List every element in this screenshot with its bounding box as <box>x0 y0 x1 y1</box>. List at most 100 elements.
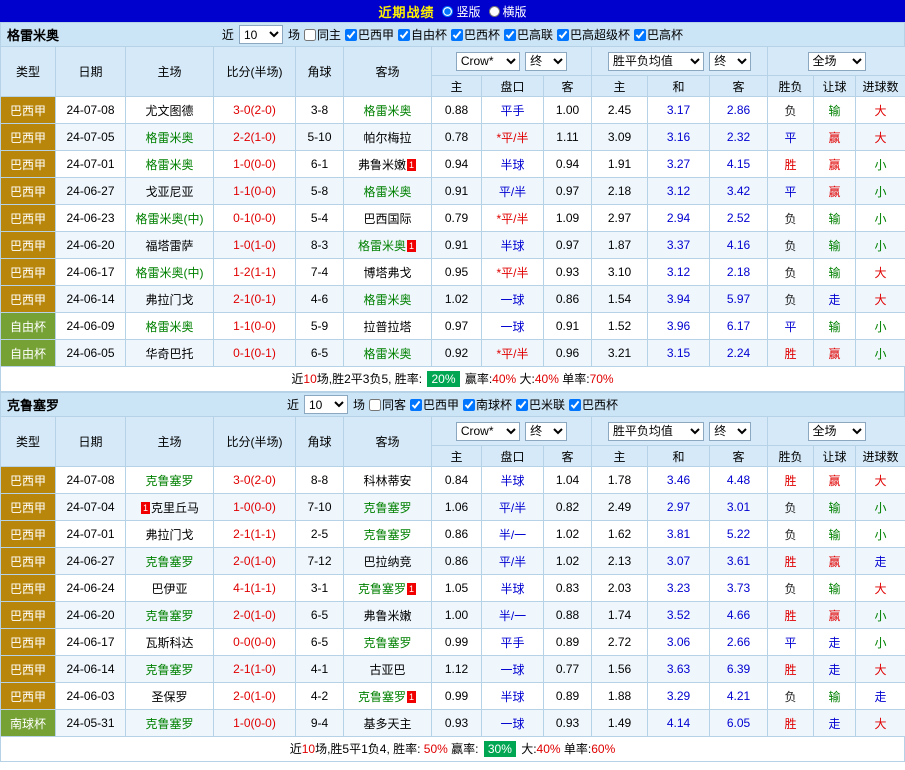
score-cell: 1-0(0-0) <box>214 494 296 521</box>
asia-odds-header: Crow* 终 <box>432 47 592 76</box>
asia-away-odds-cell: 0.97 <box>544 232 592 259</box>
europe-odds-header: 胜平负均值 终 <box>592 47 768 76</box>
team-label: 弗鲁米嫩 <box>363 609 411 623</box>
league-filter-checkbox[interactable]: 巴高超级杯 <box>557 26 630 43</box>
layout-vertical-option[interactable]: 竖版 <box>442 3 480 20</box>
summary-text: 近 <box>290 742 302 756</box>
wdl-mean-select[interactable]: 胜平负均值 <box>608 52 704 71</box>
wdl-final-select[interactable]: 终 <box>709 52 751 71</box>
match-row: 巴西甲24-06-20福塔雷萨1-0(1-0)8-3格雷米奥10.91半球0.9… <box>1 232 905 259</box>
odds-final-select[interactable]: 终 <box>525 422 567 441</box>
league-filter-checkbox[interactable]: 巴高杯 <box>634 26 683 43</box>
asia-away-odds-cell: 1.02 <box>544 548 592 575</box>
col-date: 日期 <box>56 417 126 467</box>
team-label: 克鲁塞罗 <box>145 717 193 731</box>
team-label: 克鲁塞罗 <box>358 690 406 704</box>
away-team-cell: 基多天主 <box>344 710 432 737</box>
europe-draw-odds-cell: 2.97 <box>648 494 710 521</box>
team-label: 格雷米奥 <box>145 320 193 334</box>
same-venue-checkbox[interactable]: 同客 <box>369 396 406 413</box>
team-label: 弗拉门戈 <box>145 293 193 307</box>
asia-away-odds-cell: 0.89 <box>544 629 592 656</box>
league-filter-label: 巴西甲 <box>358 26 394 43</box>
europe-home-odds-cell: 1.56 <box>592 656 648 683</box>
asia-away-odds-cell: 0.93 <box>544 710 592 737</box>
layout-horizontal-option[interactable]: 横版 <box>489 3 527 20</box>
odds-source-select[interactable]: Crow* <box>456 422 520 441</box>
vertical-radio[interactable] <box>442 6 453 17</box>
score-cell: 2-0(1-0) <box>214 548 296 575</box>
odds-final-select[interactable]: 终 <box>525 52 567 71</box>
away-team-cell: 弗鲁米嫩1 <box>344 151 432 178</box>
outcome-cell: 负 <box>768 232 814 259</box>
col-handicap: 让球 <box>814 76 856 97</box>
horizontal-radio[interactable] <box>489 6 500 17</box>
corners-cell: 9-4 <box>296 710 344 737</box>
col-date: 日期 <box>56 47 126 97</box>
europe-home-odds-cell: 1.54 <box>592 286 648 313</box>
handicap-result-cell: 走 <box>814 710 856 737</box>
match-row: 巴西甲24-07-041克里丘马1-0(0-0)7-10克鲁塞罗1.06平/半0… <box>1 494 905 521</box>
europe-draw-odds-cell: 3.94 <box>648 286 710 313</box>
asia-away-odds-cell: 0.94 <box>544 151 592 178</box>
col-europe-away: 客 <box>710 76 768 97</box>
league-filter-checkbox[interactable]: 南球杯 <box>463 396 512 413</box>
europe-home-odds-cell: 1.52 <box>592 313 648 340</box>
europe-draw-odds-cell: 3.15 <box>648 340 710 367</box>
match-row: 巴西甲24-06-24巴伊亚4-1(1-1)3-1克鲁塞罗11.05半球0.83… <box>1 575 905 602</box>
home-team-cell: 格雷米奥(中) <box>126 205 214 232</box>
asia-handicap-cell: 半球 <box>482 151 544 178</box>
outcome-cell: 胜 <box>768 656 814 683</box>
col-asia-away: 客 <box>544 446 592 467</box>
match-count-select[interactable]: 10 <box>239 25 283 44</box>
europe-draw-odds-cell: 3.52 <box>648 602 710 629</box>
league-filter-checkbox[interactable]: 巴西甲 <box>410 396 459 413</box>
league-filter-checkbox[interactable]: 巴西杯 <box>569 396 618 413</box>
match-type-cell: 巴西甲 <box>1 548 56 575</box>
match-type-cell: 巴西甲 <box>1 178 56 205</box>
wdl-mean-select[interactable]: 胜平负均值 <box>608 422 704 441</box>
match-type-cell: 巴西甲 <box>1 124 56 151</box>
scope-select[interactable]: 全场 <box>808 422 866 441</box>
summary-text: 单率: <box>559 372 590 386</box>
summary-text: 40% <box>537 742 561 756</box>
score-cell: 0-0(0-0) <box>214 629 296 656</box>
asia-away-odds-cell: 0.93 <box>544 259 592 286</box>
asia-away-odds-cell: 1.04 <box>544 467 592 494</box>
europe-draw-odds-cell: 3.29 <box>648 683 710 710</box>
league-filter-checkbox[interactable]: 自由杯 <box>398 26 447 43</box>
europe-away-odds-cell: 6.39 <box>710 656 768 683</box>
asia-handicap-cell: *平/半 <box>482 340 544 367</box>
europe-home-odds-cell: 1.49 <box>592 710 648 737</box>
scope-select[interactable]: 全场 <box>808 52 866 71</box>
team-name: 克鲁塞罗 <box>7 395 59 414</box>
filter-bar: 近 10 场 同主 巴西甲自由杯巴西杯巴高联巴高超级杯巴高杯 <box>222 25 683 44</box>
league-filter-checkbox[interactable]: 巴米联 <box>516 396 565 413</box>
wdl-final-select[interactable]: 终 <box>709 422 751 441</box>
europe-draw-odds-cell: 3.96 <box>648 313 710 340</box>
league-filter-checkbox[interactable]: 巴西甲 <box>345 26 394 43</box>
europe-away-odds-cell: 2.24 <box>710 340 768 367</box>
home-team-cell: 克鲁塞罗 <box>126 602 214 629</box>
asia-home-odds-cell: 0.84 <box>432 467 482 494</box>
score-cell: 4-1(1-1) <box>214 575 296 602</box>
same-venue-checkbox[interactable]: 同主 <box>304 26 341 43</box>
odds-source-select[interactable]: Crow* <box>456 52 520 71</box>
asia-handicap-cell: 半球 <box>482 467 544 494</box>
europe-away-odds-cell: 2.86 <box>710 97 768 124</box>
match-count-select[interactable]: 10 <box>304 395 348 414</box>
handicap-result-cell: 输 <box>814 97 856 124</box>
team-name: 格雷米奥 <box>7 25 59 44</box>
away-team-cell: 格雷米奥 <box>344 97 432 124</box>
handicap-result-cell: 赢 <box>814 178 856 205</box>
team-label: 克里丘马 <box>151 501 199 515</box>
home-team-cell: 华奇巴托 <box>126 340 214 367</box>
league-filter-checkbox[interactable]: 巴高联 <box>504 26 553 43</box>
col-type: 类型 <box>1 47 56 97</box>
asia-home-odds-cell: 0.78 <box>432 124 482 151</box>
league-filter-checkbox[interactable]: 巴西杯 <box>451 26 500 43</box>
col-away: 客场 <box>344 417 432 467</box>
europe-draw-odds-cell: 3.23 <box>648 575 710 602</box>
goals-result-cell: 小 <box>856 340 905 367</box>
match-type-cell: 巴西甲 <box>1 629 56 656</box>
